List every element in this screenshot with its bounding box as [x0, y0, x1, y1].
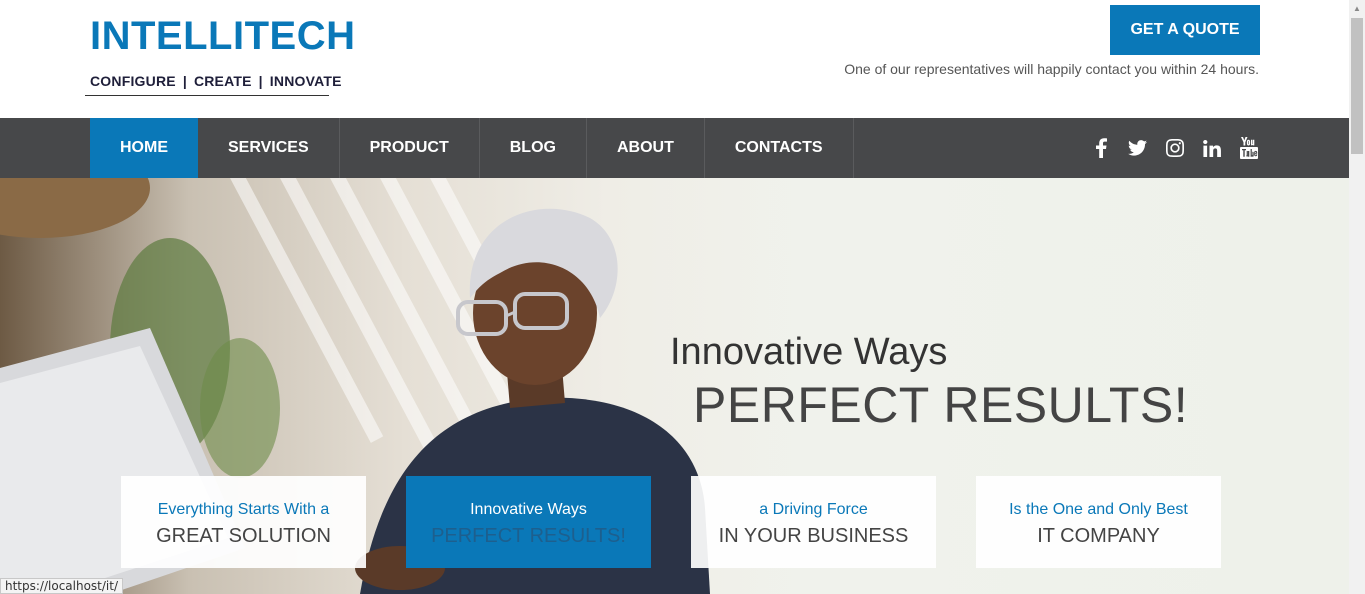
tagline-separator: | [258, 73, 263, 89]
brand-tagline: CONFIGURE | CREATE | INNOVATE [85, 70, 341, 96]
card-line1: Is the One and Only Best [1009, 501, 1188, 518]
scroll-up-arrow-icon[interactable]: ▲ [1349, 0, 1365, 16]
card-line2: PERFECT RESULTS! [431, 525, 626, 547]
nav-item-blog[interactable]: BLOG [480, 118, 587, 178]
card-line2: GREAT SOLUTION [156, 525, 331, 547]
card-line1: Innovative Ways [470, 501, 587, 518]
nav-item-about[interactable]: ABOUT [587, 118, 705, 178]
slide-card-great-solution[interactable]: Everything Starts With a GREAT SOLUTION [121, 476, 366, 568]
slide-card-perfect-results[interactable]: Innovative Ways PERFECT RESULTS! [406, 476, 651, 568]
nav-item-services[interactable]: SERVICES [198, 118, 340, 178]
site-header: INTELLITECH CONFIGURE | CREATE | INNOVATE GE… [0, 0, 1349, 118]
hero-cards: Everything Starts With a GREAT SOLUTION … [121, 476, 1221, 568]
site-logo[interactable]: INTELLITECH [90, 14, 355, 58]
get-a-quote-button[interactable]: GET A QUOTE [1110, 5, 1260, 55]
hero-title: Innovative Ways [670, 331, 948, 373]
hero-subtitle: PERFECT RESULTS! [693, 377, 1189, 433]
tagline-word: INNOVATE [269, 73, 342, 89]
tagline-word: CONFIGURE [90, 73, 176, 89]
twitter-icon[interactable] [1119, 118, 1156, 178]
slide-card-it-company[interactable]: Is the One and Only Best IT COMPANY [976, 476, 1221, 568]
card-line1: Everything Starts With a [157, 501, 330, 518]
nav-item-home[interactable]: HOME [90, 118, 198, 178]
nav-menu: HOME SERVICES PRODUCT BLOG ABOUT CONTACT… [90, 118, 854, 178]
scroll-thumb[interactable] [1351, 18, 1363, 154]
tagline-word: CREATE [193, 73, 252, 89]
tagline-separator: | [182, 73, 187, 89]
nav-item-contacts[interactable]: CONTACTS [705, 118, 854, 178]
nav-item-product[interactable]: PRODUCT [340, 118, 480, 178]
vertical-scrollbar[interactable]: ▲ [1349, 0, 1365, 594]
instagram-icon[interactable] [1156, 118, 1193, 178]
quote-note: One of our representatives will happily … [844, 61, 1259, 77]
social-links [1082, 118, 1267, 178]
main-nav: HOME SERVICES PRODUCT BLOG ABOUT CONTACT… [0, 118, 1349, 178]
card-line2: IN YOUR BUSINESS [718, 525, 909, 547]
facebook-icon[interactable] [1082, 118, 1119, 178]
linkedin-icon[interactable] [1193, 118, 1230, 178]
status-bar-url: https://localhost/it/ [0, 578, 124, 594]
card-line2: IT COMPANY [1037, 525, 1160, 547]
slide-card-your-business[interactable]: a Driving Force IN YOUR BUSINESS [691, 476, 936, 568]
youtube-icon[interactable] [1230, 118, 1267, 178]
card-line1: a Driving Force [759, 501, 868, 518]
hero-banner: Innovative Ways PERFECT RESULTS! Everyth… [0, 178, 1349, 594]
